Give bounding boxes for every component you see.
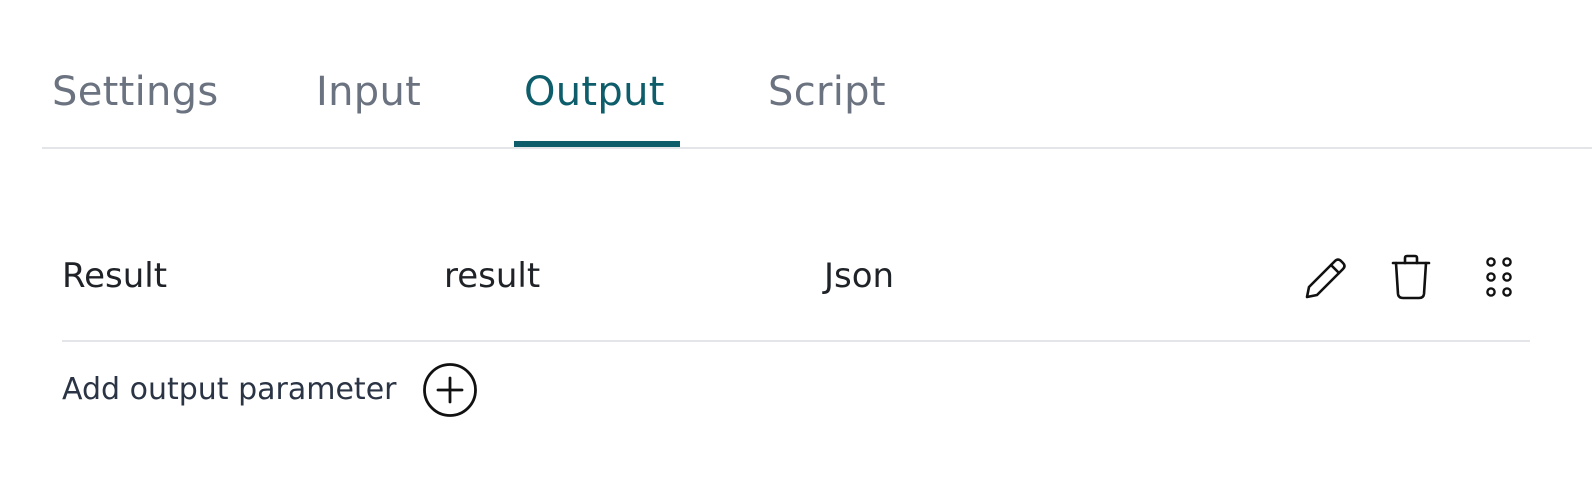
tab-input[interactable]: Input bbox=[316, 68, 421, 116]
delete-button[interactable] bbox=[1386, 252, 1436, 302]
drag-handle-icon bbox=[1484, 255, 1514, 299]
parameter-name: Result bbox=[62, 256, 168, 296]
plus-circle-icon[interactable] bbox=[422, 362, 478, 418]
drag-handle[interactable] bbox=[1474, 252, 1524, 302]
tab-script[interactable]: Script bbox=[768, 68, 886, 116]
tab-settings[interactable]: Settings bbox=[52, 68, 218, 116]
output-parameters-panel: Settings Input Output Script Result resu… bbox=[0, 0, 1592, 480]
parameter-type: Json bbox=[824, 256, 895, 296]
pencil-icon bbox=[1301, 253, 1349, 301]
add-output-parameter-button[interactable]: Add output parameter bbox=[62, 362, 478, 418]
add-output-parameter-label: Add output parameter bbox=[62, 372, 397, 407]
tab-output[interactable]: Output bbox=[524, 68, 665, 116]
edit-button[interactable] bbox=[1300, 252, 1350, 302]
parameter-key: result bbox=[444, 256, 541, 296]
trash-icon bbox=[1389, 252, 1433, 302]
table-row: Result result Json bbox=[62, 234, 1530, 342]
active-tab-indicator bbox=[514, 141, 680, 147]
tab-bar: Settings Input Output Script bbox=[42, 0, 1592, 149]
